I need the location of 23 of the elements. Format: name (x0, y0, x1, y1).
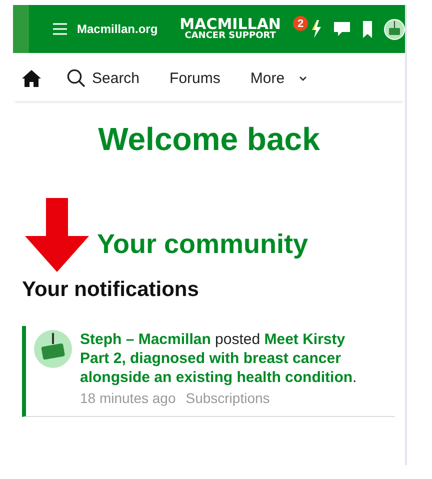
notification-text: Steph – Macmillan posted Meet Kirsty Part 2, diagnosed with breast cancer alongside an existing health condition. (80, 330, 358, 387)
notifications-heading: Your notifications (22, 278, 200, 302)
chevron-down-icon[interactable] (298, 76, 307, 80)
notification-card[interactable]: Steph – Macmillan posted Meet Kirsty Part 2, diagnosed with breast cancer alongside an existing health condition. 18 minutes ago Subscriptions (22, 326, 395, 417)
arrow-icon (25, 198, 89, 272)
community-heading: Your community (97, 229, 308, 261)
notification-badge: 2 (293, 16, 308, 31)
welcome-heading: Welcome back (97, 121, 321, 158)
bookmark-icon[interactable] (363, 20, 372, 38)
search-button[interactable]: Search (67, 69, 140, 87)
notification-source: Subscriptions (186, 390, 270, 406)
avatar-icon[interactable] (384, 18, 405, 40)
site-link[interactable]: Macmillan.org (76, 22, 158, 36)
notification-time: 18 minutes ago (80, 390, 176, 406)
more-menu[interactable]: More (250, 70, 285, 86)
lightning-icon[interactable] (311, 20, 321, 38)
staff-avatar-icon (34, 330, 72, 368)
logo[interactable]: MACMILLAN CANCER SUPPORT (180, 17, 281, 41)
forums-link[interactable]: Forums (170, 70, 220, 86)
menu-icon[interactable] (53, 23, 67, 35)
search-icon (67, 69, 85, 87)
chat-icon[interactable] (333, 21, 351, 37)
home-icon[interactable] (22, 70, 41, 86)
